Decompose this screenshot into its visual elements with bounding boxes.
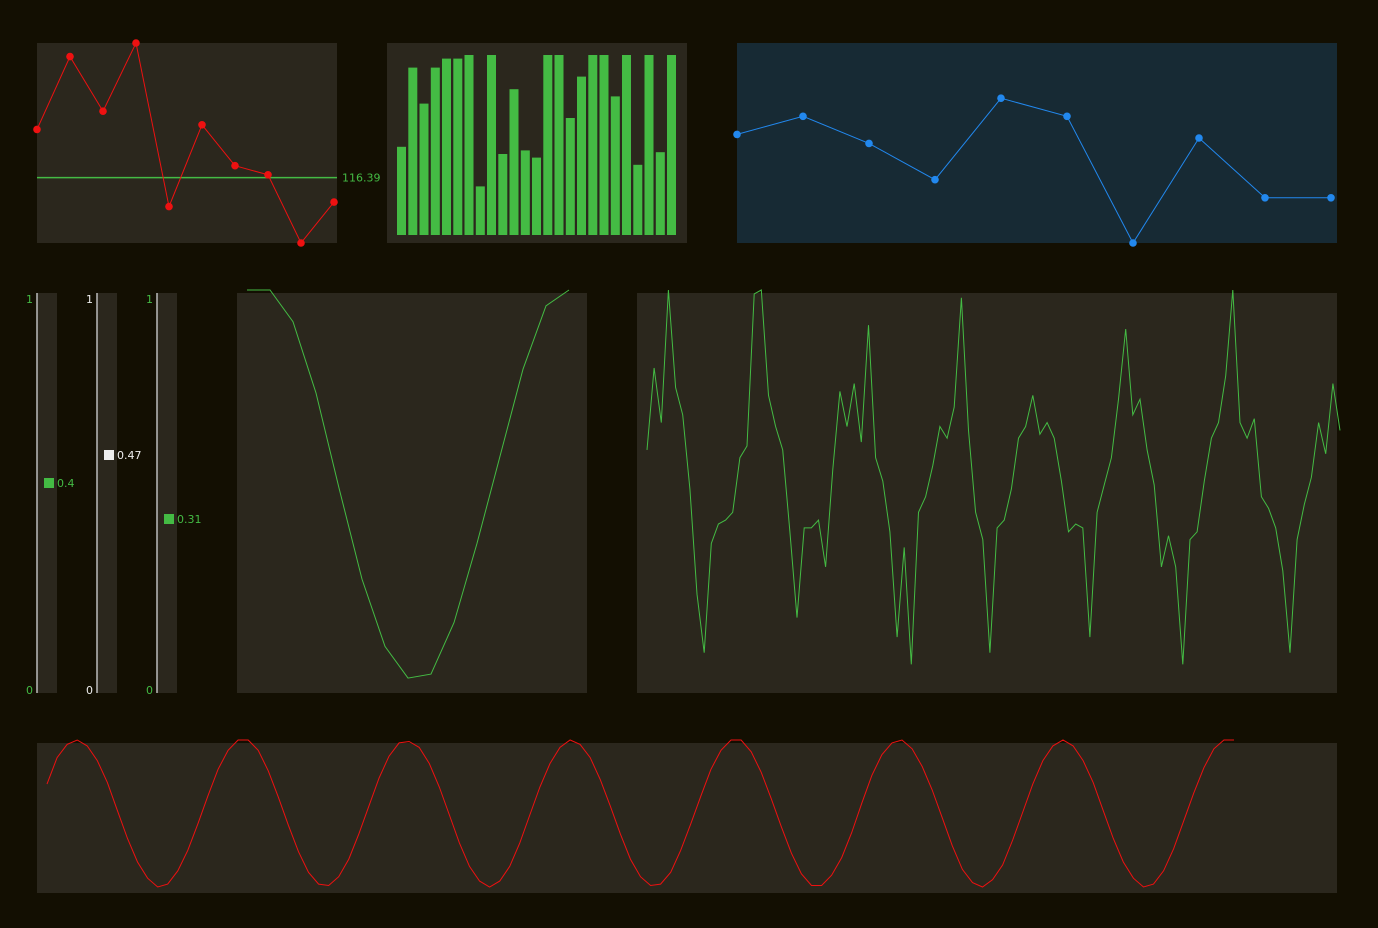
slider-b-value-label: 0.47 <box>117 449 142 462</box>
bluemk-point-8 <box>1261 194 1269 202</box>
green-bar-24 <box>667 55 676 235</box>
slider-b-handle[interactable] <box>104 450 114 460</box>
slider-a-min-label: 0 <box>26 684 33 697</box>
green-bar-4 <box>442 58 451 235</box>
green-bar-18 <box>599 55 609 235</box>
bluemk-point-5 <box>1063 112 1071 121</box>
blue-marker-chart-panel <box>737 43 1337 243</box>
slider-c-value-label: 0.31 <box>177 513 202 526</box>
valley-curve-chart <box>237 289 587 693</box>
bluemk-point-2 <box>865 139 873 148</box>
dashboard: 116.39 100.4100.47100.31 <box>26 39 1341 893</box>
slider-c-max-label: 1 <box>146 293 153 306</box>
bluemk-point-6 <box>1129 239 1137 247</box>
redmk-point-5 <box>198 121 206 129</box>
green-bar-11 <box>520 150 530 235</box>
green-bar-21 <box>633 164 643 235</box>
redmk-point-3 <box>132 39 140 47</box>
red-sine-chart <box>37 739 1337 893</box>
slider-c[interactable]: 100.31 <box>146 293 202 697</box>
redmk-point-2 <box>99 107 107 115</box>
green-bar-19 <box>610 96 620 236</box>
red-marker-chart-panel <box>37 43 337 243</box>
green-bar-22 <box>644 55 654 235</box>
redmk-point-6 <box>231 161 239 170</box>
green-bar-16 <box>577 76 586 235</box>
green-bar-17 <box>588 55 598 235</box>
slider-a-handle[interactable] <box>44 478 54 488</box>
green-bar-chart <box>387 43 687 243</box>
green-bar-6 <box>464 55 474 235</box>
slider-c-background <box>157 293 177 693</box>
green-bar-14 <box>554 55 564 235</box>
green-bar-10 <box>509 89 519 235</box>
bluemk-point-4 <box>997 94 1005 102</box>
noisy-signal-chart <box>637 289 1341 693</box>
noisy-signal-chart-panel <box>637 293 1337 693</box>
red-marker-chart: 116.39 <box>33 39 381 247</box>
slider-b-max-label: 1 <box>86 293 93 306</box>
slider-a-max-label: 1 <box>26 293 33 306</box>
green-bar-5 <box>453 58 463 235</box>
bluemk-point-3 <box>931 175 939 184</box>
redmk-point-8 <box>297 239 305 247</box>
green-bar-3 <box>430 67 440 235</box>
slider-b-min-label: 0 <box>86 684 93 697</box>
redmk-point-9 <box>330 198 338 206</box>
redmk-point-7 <box>264 171 272 179</box>
slider-c-handle[interactable] <box>164 514 174 524</box>
green-bar-8 <box>487 55 496 235</box>
bluemk-point-7 <box>1195 134 1203 142</box>
slider-b-background <box>97 293 117 693</box>
slider-b[interactable]: 100.47 <box>86 293 142 697</box>
bluemk-point-0 <box>733 130 741 139</box>
slider-a-background <box>37 293 57 693</box>
green-bar-9 <box>498 154 508 235</box>
bluemk-point-9 <box>1327 194 1335 202</box>
slider-group: 100.4100.47100.31 <box>26 293 202 697</box>
green-bar-2 <box>419 103 429 235</box>
green-bar-1 <box>408 67 418 235</box>
red-sine-chart-panel <box>37 743 1337 893</box>
green-bar-15 <box>565 118 575 235</box>
redmk-point-1 <box>66 52 74 61</box>
reference-line-label: 116.39 <box>342 172 381 185</box>
slider-a-value-label: 0.4 <box>57 477 75 490</box>
blue-marker-chart <box>733 43 1337 247</box>
valley-curve-chart-panel <box>237 293 587 693</box>
bluemk-point-1 <box>799 112 807 121</box>
green-bar-23 <box>655 152 665 235</box>
redmk-point-0 <box>33 125 41 134</box>
redmk-point-4 <box>165 202 173 211</box>
slider-a[interactable]: 100.4 <box>26 293 75 697</box>
green-bar-13 <box>543 55 553 235</box>
green-bar-0 <box>397 146 406 235</box>
green-bar-12 <box>532 157 541 235</box>
slider-c-min-label: 0 <box>146 684 153 697</box>
green-bar-20 <box>622 55 631 235</box>
green-bar-7 <box>475 186 485 235</box>
